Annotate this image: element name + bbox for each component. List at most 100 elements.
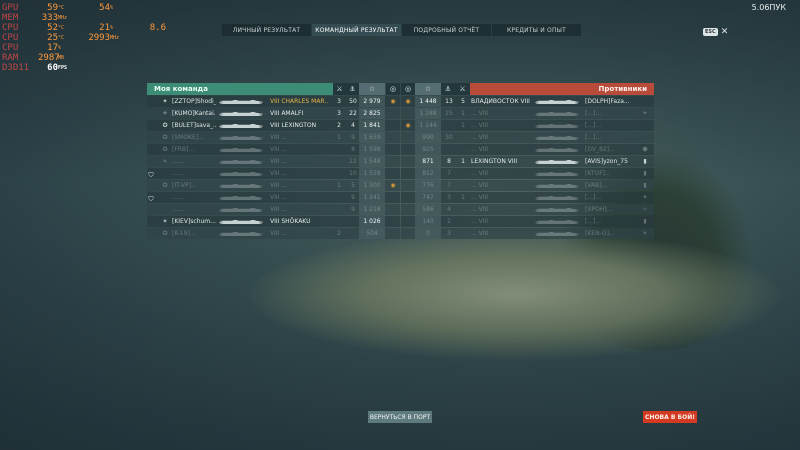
ally-row[interactable]: ✪ [BULET]sava_.. VIII LEXINGTON 2 4 1 841 xyxy=(147,120,400,131)
close-hint[interactable]: ESC ✕ xyxy=(703,27,728,37)
table-row: ✪ [K-19]... VIII ... 2 504 0 3 ... VIII [KEN-G].… xyxy=(147,228,654,240)
ship-name: VIII ... xyxy=(270,158,288,165)
score-value: 1 218 xyxy=(359,204,385,215)
ship-silhouette xyxy=(535,148,579,152)
player-name: ...... xyxy=(172,170,184,177)
overlay-row: CPU 52 °C 21% 8.6 xyxy=(2,23,166,33)
overlay-unit: °C xyxy=(58,25,65,31)
score-value: 747 xyxy=(415,192,441,203)
player-name: [...]... xyxy=(585,194,602,201)
ally-row[interactable]: ...... VIII ... 10 1 528 xyxy=(147,168,400,179)
ship-silhouette-icon xyxy=(533,216,583,227)
xp-value: 4 xyxy=(351,122,355,129)
ally-row[interactable]: ✪ [FRB]... VIII ... 8 1 598 xyxy=(147,144,400,155)
overlay-unit: FPS xyxy=(58,65,68,71)
overlay-label: GPU xyxy=(2,3,19,13)
tab-detailed-report[interactable]: Подробный отчёт xyxy=(402,24,491,36)
xp-value: 50 xyxy=(349,98,357,105)
rank-badge-icon: ✦ xyxy=(162,98,168,105)
enemy-row[interactable]: 925 ... VIII [DV_82]... ⬢ xyxy=(401,144,654,155)
esc-key-badge: ESC xyxy=(703,28,718,36)
frags-value xyxy=(457,228,469,239)
return-to-port-button[interactable]: Вернуться в порт xyxy=(368,411,432,423)
ally-row[interactable]: ✶ [KIEV]schum... VIII SHŌKAKU 1 026 xyxy=(147,216,400,227)
overlay-value xyxy=(74,43,110,53)
ally-row[interactable]: ✶...... VIII ... 22 1 548 xyxy=(147,156,400,167)
team-results-board: Моя команда ⚔ ⚓ ☆ ◎ ◎ ☆ ⚓ ⚔ Противники ✦… xyxy=(147,83,654,243)
enemy-row[interactable]: 140 2 ... VIII [...]... ▮ xyxy=(401,216,654,227)
enemy-row[interactable]: ◉ 1 144 1 ... VIII [...]... xyxy=(401,120,654,131)
overlay-value: 2987 xyxy=(38,53,60,63)
xp-value: 7 xyxy=(447,170,451,177)
frags-value xyxy=(457,168,469,179)
ally-row[interactable]: ✪ [SMOKE]... VIII ... 1 9 1 659 xyxy=(147,132,400,143)
overlay-label: CPU xyxy=(2,33,19,43)
ship-silhouette-icon xyxy=(533,168,583,179)
overlay-unit xyxy=(110,13,126,23)
rank-badge-icon: ✦ xyxy=(642,110,648,117)
overlay-row: CPU 17% xyxy=(2,43,166,53)
tab-team-result[interactable]: Командный результат xyxy=(312,24,401,36)
overlay-unit: MB xyxy=(58,55,65,61)
enemy-row[interactable]: 990 30 ... VIII [...]... xyxy=(401,132,654,143)
overlay-value xyxy=(126,33,166,43)
xp-value xyxy=(443,144,455,155)
ship-name: VIII ... xyxy=(270,206,288,213)
score-value: 871 xyxy=(415,156,441,167)
ally-row[interactable]: ✪ [IT-VP]... VIII ... 1 5 1 300 ◉ xyxy=(147,180,400,191)
score-value: 812 xyxy=(415,168,441,179)
enemy-row[interactable]: 1 288 25 1 ... VIII [...]... ✦ xyxy=(401,108,654,119)
enemy-row[interactable]: 0 3 ... VIII [KEN-G]... ✶ xyxy=(401,228,654,239)
enemy-row[interactable]: 871 8 1 LEXINGTON VIII [AVIS]yzon_75 ▮ xyxy=(401,156,654,167)
xp-value: 9 xyxy=(351,134,355,141)
achievement-icon xyxy=(403,180,413,191)
ship-name: VIII ... xyxy=(270,230,288,237)
rank-badge-icon: ⬢ xyxy=(642,146,648,153)
achievement-icon xyxy=(388,228,398,239)
enemy-row[interactable]: 812 7 ... VIII [KTOF]... ▮ xyxy=(401,168,654,179)
player-name: [KUMO]Kantai... xyxy=(172,110,216,117)
xp-value: 10 xyxy=(349,170,357,177)
ship-silhouette xyxy=(535,184,579,188)
tab-personal-result[interactable]: Личный результат xyxy=(222,24,311,36)
ship-silhouette xyxy=(219,148,263,152)
battle-again-button[interactable]: Снова в бой! xyxy=(643,411,697,423)
ship-silhouette-icon xyxy=(533,180,583,191)
frags-value xyxy=(457,144,469,155)
ship-silhouette-icon xyxy=(217,108,267,119)
ally-row[interactable]: ...... VIII ... 9 1 241 xyxy=(147,192,400,203)
ship-name: VIII AMALFI xyxy=(270,110,304,117)
player-name: [KIEV]schum... xyxy=(172,218,216,225)
ship-silhouette-icon xyxy=(533,204,583,215)
ally-row[interactable]: ✦ [ZZTOP]Shodi_ VIII CHARLES MAR.. 3 50 2 979… xyxy=(147,96,400,107)
tab-credits-xp[interactable]: Кредиты и опыт xyxy=(492,24,581,36)
overlay-row: CPU 25 °C 2993 MHz xyxy=(2,33,166,43)
overlay-value: 21 xyxy=(99,23,110,33)
ally-row[interactable]: ...... VIII ... 9 1 218 xyxy=(147,204,400,215)
frags-value xyxy=(457,216,469,227)
enemy-row[interactable]: 747 3 1 ... VIII [...]... ✦ xyxy=(401,192,654,203)
my-team-header: Моя команда xyxy=(147,83,333,95)
achievement-icon xyxy=(403,192,413,203)
score-value: 1 300 xyxy=(359,180,385,191)
enemy-row[interactable]: 586 4 ... VIII [XPOH]... ✧ xyxy=(401,204,654,215)
frags-value xyxy=(333,216,345,227)
table-row: ✪ [IT-VP]... VIII ... 1 5 1 300 ◉ 776 7 ... VIII [… xyxy=(147,180,654,192)
star-icon: ☆ xyxy=(359,83,385,95)
close-icon[interactable]: ✕ xyxy=(721,27,729,37)
player-name: [VAB]... xyxy=(585,182,608,189)
player-name: [K-19]... xyxy=(172,230,196,237)
ally-row[interactable]: ✪ [K-19]... VIII ... 2 504 xyxy=(147,228,400,239)
overlay-unit xyxy=(110,63,126,73)
ship-silhouette-icon xyxy=(533,156,583,167)
ship-silhouette-icon xyxy=(533,96,583,107)
ally-row[interactable]: ✧ [KUMO]Kantai... VIII AMALFI 3 22 2 825 xyxy=(147,108,400,119)
enemy-row[interactable]: 776 7 ... VIII [VAB]... ▮ xyxy=(401,180,654,191)
enemy-row[interactable]: ◉ 1 448 13 5 ВЛАДИВОСТОК VIII [DOLPH]Faza... xyxy=(401,96,654,107)
achievement-icon: ◉ xyxy=(390,98,396,105)
rank-badge-icon: ✶ xyxy=(642,230,648,237)
table-row: ✶ [KIEV]schum... VIII SHŌKAKU 1 026 140 2 ... … xyxy=(147,216,654,228)
table-row: ✪ [FRB]... VIII ... 8 1 598 925 ... VIII [DV_82… xyxy=(147,144,654,156)
ship-silhouette xyxy=(535,208,579,212)
table-row: ✧ [KUMO]Kantai... VIII AMALFI 3 22 2 825 1 288… xyxy=(147,108,654,120)
